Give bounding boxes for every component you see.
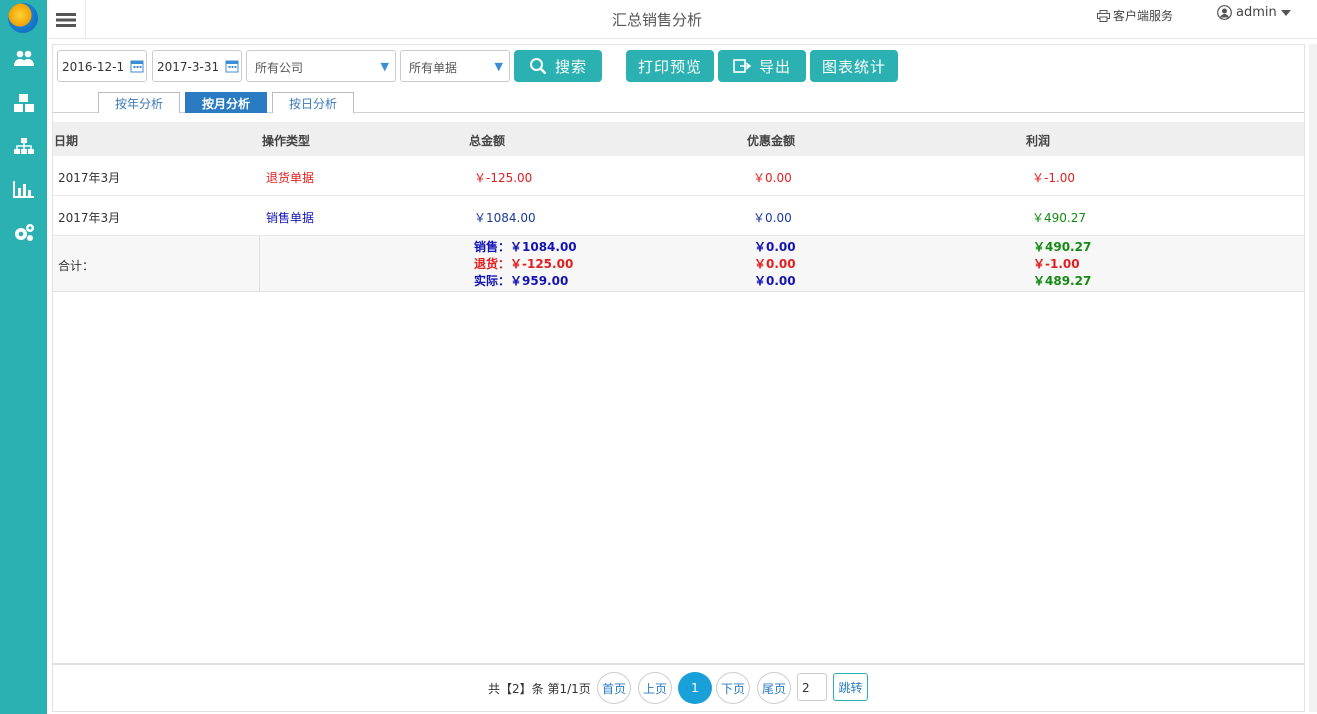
column-divider bbox=[259, 236, 260, 292]
users-icon bbox=[13, 50, 34, 66]
row-type: 退货单据 bbox=[266, 171, 315, 185]
company-select-value: 所有公司 bbox=[255, 61, 304, 75]
sidebar-item-products[interactable] bbox=[0, 85, 47, 121]
start-date-value: 2016-12-1 bbox=[62, 60, 125, 74]
main-panel: 2016-12-1 2017-3-31 所有公司 ▼ 所有单据 ▼ 搜索 打印预… bbox=[52, 44, 1305, 712]
calendar-icon[interactable] bbox=[130, 59, 144, 73]
gears-icon bbox=[14, 224, 34, 241]
next-page-button[interactable]: 下页 bbox=[716, 672, 750, 704]
boxes-icon bbox=[13, 94, 34, 112]
sidebar-item-organization[interactable] bbox=[0, 128, 47, 164]
bar-chart-icon bbox=[12, 181, 34, 198]
summary-return-total: 退货：￥-125.00 bbox=[474, 257, 574, 271]
summary-actual-profit: ￥489.27 bbox=[1033, 274, 1092, 288]
calendar-icon[interactable] bbox=[225, 59, 239, 73]
last-page-button[interactable]: 尾页 bbox=[757, 672, 791, 704]
goto-page-button[interactable]: 跳转 bbox=[833, 673, 868, 701]
page-title: 汇总销售分析 bbox=[611, 11, 702, 29]
summary-row: 合计： 销售：￥1084.00 退货：￥-125.00 实际：￥959.00 ￥… bbox=[53, 236, 1304, 292]
summary-return-profit: ￥-1.00 bbox=[1033, 257, 1080, 271]
sidebar-item-reports[interactable] bbox=[0, 171, 47, 207]
chevron-down-icon: ▼ bbox=[380, 60, 389, 73]
row-total: ￥-125.00 bbox=[474, 171, 533, 185]
summary-sales-profit: ￥490.27 bbox=[1033, 240, 1092, 254]
analysis-tabs: 按年分析 按月分析 按日分析 bbox=[53, 92, 1304, 113]
column-header-date: 日期 bbox=[54, 134, 79, 148]
end-date-input[interactable]: 2017-3-31 bbox=[152, 50, 242, 82]
row-date: 2017年3月 bbox=[58, 171, 121, 185]
start-date-input[interactable]: 2016-12-1 bbox=[57, 50, 147, 82]
search-button-label: 搜索 bbox=[554, 57, 587, 76]
pagination-info: 共【2】条 第1/1页 bbox=[488, 682, 591, 696]
export-button-label: 导出 bbox=[758, 57, 791, 76]
vertical-scrollbar[interactable] bbox=[1309, 44, 1317, 712]
summary-table: 日期 操作类型 总金额 优惠金额 利润 2017年3月 退货单据 ￥-125.0… bbox=[53, 122, 1304, 292]
table-row[interactable]: 2017年3月 退货单据 ￥-125.00 ￥0.00 ￥-1.00 bbox=[53, 156, 1304, 196]
summary-profit-cell: ￥490.27 ￥-1.00 ￥489.27 bbox=[1033, 239, 1091, 290]
row-type: 销售单据 bbox=[266, 211, 315, 225]
row-total: ￥1084.00 bbox=[474, 211, 536, 225]
first-page-button[interactable]: 首页 bbox=[597, 672, 631, 704]
chevron-down-icon: ▼ bbox=[494, 60, 503, 73]
print-preview-label: 打印预览 bbox=[637, 57, 702, 76]
user-menu[interactable]: admin bbox=[1217, 5, 1291, 20]
bill-type-select-value: 所有单据 bbox=[409, 61, 458, 75]
column-header-total: 总金额 bbox=[469, 134, 506, 148]
sitemap-icon bbox=[13, 138, 34, 154]
row-profit: ￥-1.00 bbox=[1032, 171, 1076, 185]
column-header-profit: 利润 bbox=[1026, 134, 1051, 148]
column-header-type: 操作类型 bbox=[262, 134, 311, 148]
summary-actual-discount: ￥0.00 bbox=[754, 274, 796, 288]
pagination: 共【2】条 第1/1页 首页 上页 1 下页 尾页 2 跳转 bbox=[53, 663, 1304, 711]
goto-page-input[interactable]: 2 bbox=[797, 673, 827, 701]
summary-return-discount: ￥0.00 bbox=[754, 257, 796, 271]
client-service-link[interactable]: 客户端服务 bbox=[1097, 7, 1173, 24]
export-button[interactable]: 导出 bbox=[718, 50, 806, 82]
print-preview-button[interactable]: 打印预览 bbox=[626, 50, 714, 82]
search-icon bbox=[529, 58, 547, 75]
user-avatar-icon bbox=[1217, 5, 1232, 20]
top-bar: 汇总销售分析 客户端服务 admin bbox=[47, 0, 1317, 39]
row-profit: ￥490.27 bbox=[1032, 211, 1086, 225]
summary-actual-total: 实际：￥959.00 bbox=[474, 274, 569, 288]
table-header: 日期 操作类型 总金额 优惠金额 利润 bbox=[53, 122, 1304, 156]
summary-total-cell: 销售：￥1084.00 退货：￥-125.00 实际：￥959.00 bbox=[474, 239, 577, 290]
caret-down-icon bbox=[1280, 9, 1291, 16]
app-logo bbox=[8, 3, 38, 33]
column-header-discount: 优惠金额 bbox=[747, 134, 796, 148]
sidebar-item-settings[interactable] bbox=[0, 215, 47, 251]
chart-stats-label: 图表统计 bbox=[821, 57, 886, 76]
end-date-value: 2017-3-31 bbox=[157, 60, 220, 74]
tab-by-year[interactable]: 按年分析 bbox=[98, 92, 180, 113]
summary-discount-cell: ￥0.00 ￥0.00 ￥0.00 bbox=[754, 239, 796, 290]
user-name: admin bbox=[1236, 5, 1277, 20]
printer-icon bbox=[1097, 9, 1110, 22]
prev-page-button[interactable]: 上页 bbox=[638, 672, 672, 704]
page-1-button[interactable]: 1 bbox=[678, 672, 712, 704]
row-discount: ￥0.00 bbox=[753, 171, 792, 185]
client-service-label: 客户端服务 bbox=[1113, 9, 1174, 23]
summary-sales-total: 销售：￥1084.00 bbox=[474, 240, 577, 254]
chart-stats-button[interactable]: 图表统计 bbox=[810, 50, 898, 82]
search-button[interactable]: 搜索 bbox=[514, 50, 602, 82]
row-date: 2017年3月 bbox=[58, 211, 121, 225]
row-discount: ￥0.00 bbox=[753, 211, 792, 225]
bill-type-select[interactable]: 所有单据 ▼ bbox=[400, 50, 510, 82]
company-select[interactable]: 所有公司 ▼ bbox=[246, 50, 396, 82]
summary-label: 合计： bbox=[58, 259, 95, 273]
export-icon bbox=[733, 59, 751, 73]
summary-sales-discount: ￥0.00 bbox=[754, 240, 796, 254]
tab-by-month[interactable]: 按月分析 bbox=[185, 92, 267, 113]
tab-by-day[interactable]: 按日分析 bbox=[272, 92, 354, 113]
sidebar bbox=[0, 0, 47, 714]
table-row[interactable]: 2017年3月 销售单据 ￥1084.00 ￥0.00 ￥490.27 bbox=[53, 196, 1304, 236]
sidebar-item-customers[interactable] bbox=[0, 40, 47, 76]
